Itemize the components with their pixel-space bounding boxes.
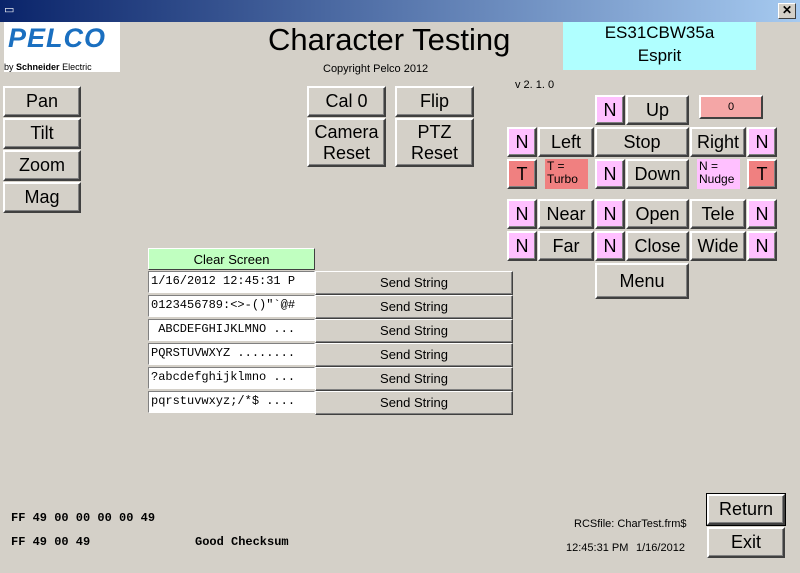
left-turbo-button[interactable]: T <box>507 159 537 189</box>
return-button[interactable]: Return <box>706 493 786 526</box>
up-button[interactable]: Up <box>626 95 689 125</box>
title-bar <box>0 0 800 22</box>
right-button[interactable]: Right <box>690 127 746 157</box>
string-input-6[interactable]: pqrstuvwxyz;/*$ .... <box>148 391 315 413</box>
wide-button[interactable]: Wide <box>690 231 746 261</box>
close-nudge-button[interactable]: N <box>595 231 625 261</box>
close-iris-button[interactable]: Close <box>626 231 689 261</box>
string-input-3[interactable]: ABCDEFGHIJKLMNO ... <box>148 319 315 341</box>
device-model: ES31CBW35a <box>604 23 715 42</box>
position-counter: 0 <box>699 95 763 119</box>
open-button[interactable]: Open <box>626 199 689 229</box>
right-turbo-button[interactable]: T <box>747 159 777 189</box>
send-string-button-1[interactable]: Send String <box>315 271 513 295</box>
cal0-button[interactable]: Cal 0 <box>307 86 386 117</box>
nudge-legend: N = Nudge <box>697 159 740 189</box>
mag-button[interactable]: Mag <box>3 182 81 213</box>
tele-button[interactable]: Tele <box>690 199 746 229</box>
tele-nudge-button[interactable]: N <box>747 199 777 229</box>
string-input-1[interactable]: 1/16/2012 12:45:31 P <box>148 271 315 293</box>
pan-button[interactable]: Pan <box>3 86 81 117</box>
right-nudge-button[interactable]: N <box>747 127 777 157</box>
received-bytes: FF 49 00 49 <box>11 535 91 549</box>
close-button[interactable]: ✕ <box>778 3 796 19</box>
string-input-5[interactable]: ?abcdefghijklmno ... <box>148 367 315 389</box>
sent-bytes: FF 49 00 00 00 00 49 <box>11 511 156 525</box>
down-button[interactable]: Down <box>626 159 689 189</box>
page-title: Character Testing <box>268 22 511 57</box>
up-nudge-button[interactable]: N <box>595 95 625 125</box>
app-icon[interactable]: ▭ <box>4 4 18 16</box>
left-button[interactable]: Left <box>538 127 594 157</box>
version: v 2. 1. 0 <box>515 79 555 91</box>
stop-button[interactable]: Stop <box>595 127 689 157</box>
checksum-status: Good Checksum <box>195 535 289 549</box>
turbo-legend: T = Turbo <box>545 159 588 189</box>
open-nudge-button[interactable]: N <box>595 199 625 229</box>
far-nudge-button[interactable]: N <box>507 231 537 261</box>
clock-date: 1/16/2012 <box>636 542 685 554</box>
ptz-reset-button[interactable]: PTZ Reset <box>395 118 474 167</box>
near-button[interactable]: Near <box>538 199 594 229</box>
wide-nudge-button[interactable]: N <box>747 231 777 261</box>
logo-by: by <box>4 62 14 72</box>
logo-tagline: by Schneider Electric <box>4 62 92 72</box>
left-nudge-button[interactable]: N <box>507 127 537 157</box>
down-nudge-button[interactable]: N <box>595 159 625 189</box>
string-input-2[interactable]: 0123456789:<>-()"`@# <box>148 295 315 317</box>
rcs-file: RCSfile: CharTest.frm$ <box>574 518 687 530</box>
send-string-button-3[interactable]: Send String <box>315 319 513 343</box>
clear-screen-button[interactable]: Clear Screen <box>148 248 315 270</box>
flip-button[interactable]: Flip <box>395 86 474 117</box>
clock-time: 12:45:31 PM <box>566 542 629 554</box>
exit-button[interactable]: Exit <box>707 527 785 558</box>
logo-brand: PELCO <box>8 23 107 53</box>
copyright: Copyright Pelco 2012 <box>323 63 429 75</box>
send-string-button-4[interactable]: Send String <box>315 343 513 367</box>
send-string-button-2[interactable]: Send String <box>315 295 513 319</box>
near-nudge-button[interactable]: N <box>507 199 537 229</box>
pelco-logo: PELCO by Schneider Electric <box>4 22 120 72</box>
logo-company: Schneider <box>16 62 60 72</box>
send-string-button-6[interactable]: Send String <box>315 391 513 415</box>
device-name: Esprit <box>637 46 682 65</box>
send-string-button-5[interactable]: Send String <box>315 367 513 391</box>
string-input-4[interactable]: PQRSTUVWXYZ ........ <box>148 343 315 365</box>
tilt-button[interactable]: Tilt <box>3 118 81 149</box>
logo-company2: Electric <box>62 62 92 72</box>
device-info-box: ES31CBW35a Esprit <box>563 22 756 70</box>
camera-reset-button[interactable]: Camera Reset <box>307 118 386 167</box>
zoom-button[interactable]: Zoom <box>3 150 81 181</box>
menu-button[interactable]: Menu <box>595 263 689 299</box>
far-button[interactable]: Far <box>538 231 594 261</box>
